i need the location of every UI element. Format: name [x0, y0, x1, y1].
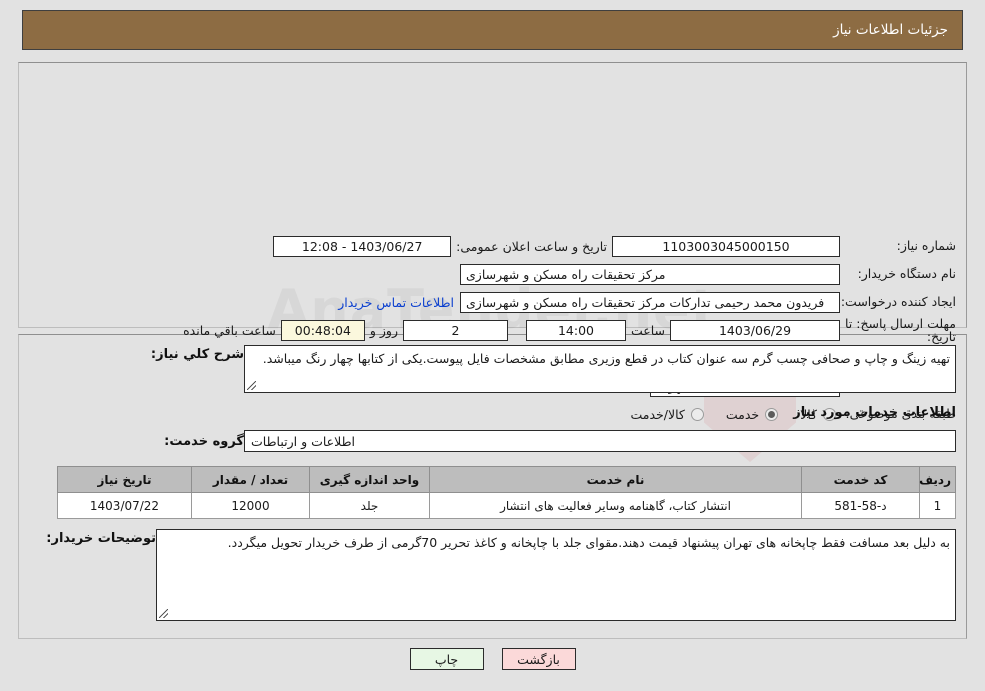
announce-label: تاریخ و ساعت اعلان عمومی: [456, 238, 607, 254]
request-creator-field[interactable]: فریدون محمد رحیمی تدارکات مرکز تحقیقات ر… [460, 291, 840, 313]
row-request-creator: ایجاد کننده درخواست: فریدون محمد رحیمی ت… [19, 290, 966, 314]
th-unit: واحد اندازه گیری [309, 466, 430, 493]
th-service-code: کد خدمت [801, 466, 920, 493]
buyer-contact-link[interactable]: اطلاعات تماس خریدار [332, 295, 460, 310]
need-description-label: شرح کلي نیاز: [150, 347, 244, 362]
cell-service-code: د-58-581 [801, 492, 920, 519]
announce-datetime-field[interactable]: 1403/06/27 - 12:08 [273, 235, 452, 257]
cell-quantity: 12000 [191, 492, 310, 519]
page-header: جزئیات اطلاعات نیاز [22, 10, 963, 50]
table-header-row: ردیف کد خدمت نام خدمت واحد اندازه گیری ت… [57, 466, 956, 493]
page-title: جزئیات اطلاعات نیاز [833, 22, 948, 38]
services-table-wrap: ردیف کد خدمت نام خدمت واحد اندازه گیری ت… [19, 452, 966, 519]
need-summary-panel: AnaTender.net شماره نیاز: 11030030450001… [18, 62, 967, 462]
row-buyer-notes: به دلیل بعد مسافت فقط چاپخانه های تهران … [19, 519, 966, 621]
service-group-label: گروه خدمت: [164, 433, 244, 449]
print-button[interactable]: چاپ [409, 648, 484, 670]
row-buyer-org: نام دستگاه خریدار: مرکز تحقیقات راه مسکن… [19, 262, 966, 286]
services-table: ردیف کد خدمت نام خدمت واحد اندازه گیری ت… [57, 466, 956, 519]
need-number-field[interactable]: 1103003045000150 [612, 235, 840, 257]
cell-unit: جلد [309, 492, 430, 519]
buyer-notes-label: توضیحات خریدار: [46, 531, 156, 546]
row-need-description: تهیه زینگ و چاپ و صحافی چسب گرم سه عنوان… [19, 335, 966, 393]
row-service-group: اطلاعات و ارتباطات گروه خدمت: [19, 422, 966, 452]
th-service-name: نام خدمت [429, 466, 802, 493]
buyer-notes-textarea[interactable]: به دلیل بعد مسافت فقط چاپخانه های تهران … [156, 529, 956, 621]
cell-need-date: 1403/07/22 [57, 492, 192, 519]
th-row-index: ردیف [919, 466, 956, 493]
service-group-field[interactable]: اطلاعات و ارتباطات [244, 430, 956, 452]
cell-service-name: انتشار کتاب، گاهنامه وسایر فعالیت های ان… [429, 492, 802, 519]
need-description-textarea[interactable]: تهیه زینگ و چاپ و صحافی چسب گرم سه عنوان… [244, 345, 956, 393]
buyer-org-field[interactable]: مرکز تحقیقات راه مسکن و شهرسازی [460, 263, 840, 285]
request-creator-label: ایجاد کننده درخواست: [840, 293, 956, 309]
back-button[interactable]: بازگشت [501, 648, 576, 670]
th-need-date: تاریخ نیاز [57, 466, 192, 493]
need-number-label: شماره نیاز: [896, 237, 956, 253]
buyer-org-label: نام دستگاه خریدار: [857, 265, 956, 281]
th-quantity: تعداد / مقدار [191, 466, 310, 493]
page-root: جزئیات اطلاعات نیاز AnaTender.net شماره … [0, 0, 985, 691]
services-section-title: اطلاعات خدمات مورد نیاز [793, 405, 956, 420]
need-details-panel: تهیه زینگ و چاپ و صحافی چسب گرم سه عنوان… [18, 334, 967, 639]
table-row[interactable]: 1 د-58-581 انتشار کتاب، گاهنامه وسایر فع… [57, 492, 956, 519]
cell-row-index: 1 [919, 492, 956, 519]
footer-actions: بازگشت چاپ [0, 648, 985, 670]
row-need-number: شماره نیاز: 1103003045000150 تاریخ و ساع… [19, 234, 966, 258]
